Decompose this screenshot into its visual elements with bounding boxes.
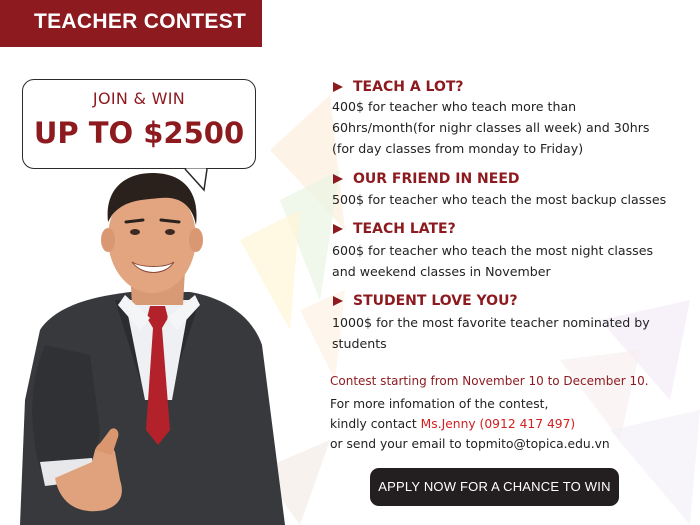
page-title: TEACHER CONTEST [34,10,247,33]
contact-line: kindly contact Ms.Jenny (0912 417 497) [330,414,610,434]
section-body-friend-in-need: 500$ for teacher who teach the most back… [332,189,672,210]
section-body-student-love-you: 1000$ for the most favorite teacher nomi… [332,312,672,354]
contact-info: For more infomation of the contest, kind… [330,394,610,454]
info-line: For more infomation of the contest, [330,397,549,411]
contact-name: Ms.Jenny (0912 417 497) [420,417,576,431]
body-line: 60hrs/month(for nighr classes all week) … [332,120,650,135]
triangle-right-icon [333,296,343,306]
apply-now-button[interactable]: APPLY NOW FOR A CHANCE TO WIN [370,468,619,506]
contest-poster: TEACHER CONTEST JOIN & WIN UP TO $2500 T… [0,0,700,525]
body-line: 500$ for teacher who teach the most back… [332,192,667,207]
body-line: students [332,336,387,351]
section-body-teach-late: 600$ for teacher who teach the most nigh… [332,240,672,282]
section-body-teach-a-lot: 400$ for teacher who teach more than 60h… [332,96,672,159]
body-line: (for day classes from monday to Friday) [332,141,584,156]
body-line: 600$ for teacher who teach the most nigh… [332,243,654,258]
contest-dates: Contest starting from November 10 to Dec… [330,374,649,388]
header-banner: TEACHER CONTEST [0,0,262,47]
body-line: and weekend classes in November [332,264,551,279]
body-line: 400$ for teacher who teach more than [332,99,577,114]
triangle-right-icon [333,82,343,92]
contact-prefix: kindly contact [330,417,421,431]
bubble-headline: JOIN & WIN [92,89,186,108]
triangle-right-icon [333,174,343,184]
email-line: or send your email to topmito@topica.edu… [330,437,610,451]
triangle-right-icon [333,224,343,234]
businessman-illustration [20,172,285,525]
body-line: 1000$ for the most favorite teacher nomi… [332,315,650,330]
bubble-prize: UP TO $2500 [33,116,245,150]
